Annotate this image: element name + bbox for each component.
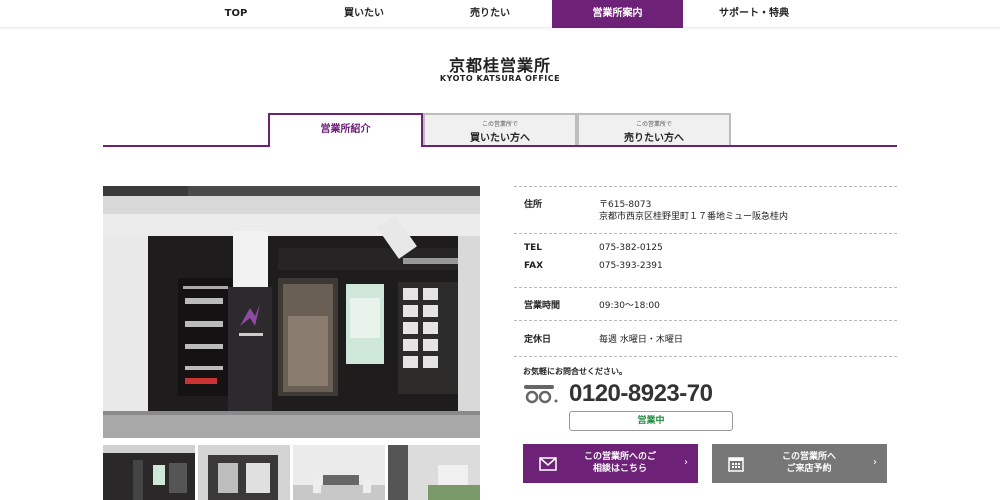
tab-buy-label: 買いたい方へ [470, 133, 530, 144]
freedial-number[interactable]: 0120-8923-70 [569, 380, 713, 408]
tab-sell-label: 売りたい方へ [624, 133, 684, 144]
hours-value: 09:30〜18:00 [599, 301, 660, 311]
tab-buy[interactable]: この営業所で 買いたい方へ [423, 113, 577, 145]
freedial-icon [523, 384, 559, 408]
consult-button-label: この営業所へのご 相談はこちら [575, 451, 665, 475]
global-nav: TOP 買いたい 売りたい 営業所案内 サポート・特典 [0, 0, 1000, 28]
page-subtitle: KYOTO KATSURA OFFICE [439, 74, 561, 83]
thumbnail-2[interactable] [198, 445, 290, 500]
office-photo [103, 186, 480, 438]
holiday-value: 毎週 水曜日・木曜日 [599, 335, 683, 345]
info-row-address: 住所 〒615-8073 京都市西京区桂野里町１７番地ミュー阪急桂内 [514, 186, 897, 233]
fax-value: 075-393-2391 [599, 261, 663, 271]
info-row-phone: TEL 075-382-0125 FAX 075-393-2391 [514, 233, 897, 287]
calendar-icon [728, 456, 744, 476]
consult-line-2: 相談はこちら [592, 464, 647, 474]
thumbnail-4[interactable] [388, 445, 480, 500]
page-title: 京都桂営業所 [448, 56, 551, 75]
tel-value[interactable]: 075-382-0125 [599, 243, 663, 253]
tab-office-intro[interactable]: 営業所紹介 [268, 113, 423, 147]
info-divider [514, 356, 897, 357]
tab-sell[interactable]: この営業所で 売りたい方へ [577, 113, 731, 145]
address-value: 京都市西京区桂野里町１７番地ミュー阪急桂内 [599, 212, 789, 222]
visit-line-1: この営業所へ [781, 452, 836, 462]
visit-line-2: ご来店予約 [786, 464, 832, 474]
tab-office-intro-label: 営業所紹介 [320, 124, 371, 135]
hours-label: 営業時間 [524, 301, 561, 311]
contact-note: お気軽にお問合せください。 [523, 367, 627, 376]
fax-label: FAX [524, 261, 544, 271]
nav-top[interactable]: TOP [186, 0, 286, 28]
visit-reservation-button[interactable]: この営業所へ ご来店予約 › [712, 444, 887, 483]
thumbnail-3[interactable] [293, 445, 385, 500]
nav-buy[interactable]: 買いたい [314, 0, 414, 28]
thumbnail-1[interactable] [103, 445, 195, 500]
nav-sell[interactable]: 売りたい [440, 0, 540, 28]
tab-underline [103, 145, 897, 147]
holiday-label: 定休日 [524, 335, 552, 345]
nav-support[interactable]: サポート・特典 [700, 0, 808, 28]
consult-line-1: この営業所へのご [583, 452, 656, 462]
info-row-holiday: 定休日 毎週 水曜日・木曜日 [514, 320, 897, 356]
chevron-right-icon: › [684, 457, 688, 468]
nav-office-guide[interactable]: 営業所案内 [552, 0, 683, 28]
open-status-badge: 営業中 [569, 411, 733, 431]
tab-buy-small: この営業所で [481, 121, 518, 128]
info-row-hours: 営業時間 09:30〜18:00 [514, 287, 897, 320]
address-label: 住所 [524, 200, 543, 210]
mail-icon [539, 456, 557, 475]
consult-button[interactable]: この営業所へのご 相談はこちら › [523, 444, 698, 483]
chevron-right-icon: › [873, 457, 877, 468]
tab-sell-small: この営業所で [635, 121, 672, 128]
visit-button-label: この営業所へ ご来店予約 [764, 451, 854, 475]
tel-label: TEL [524, 243, 543, 253]
